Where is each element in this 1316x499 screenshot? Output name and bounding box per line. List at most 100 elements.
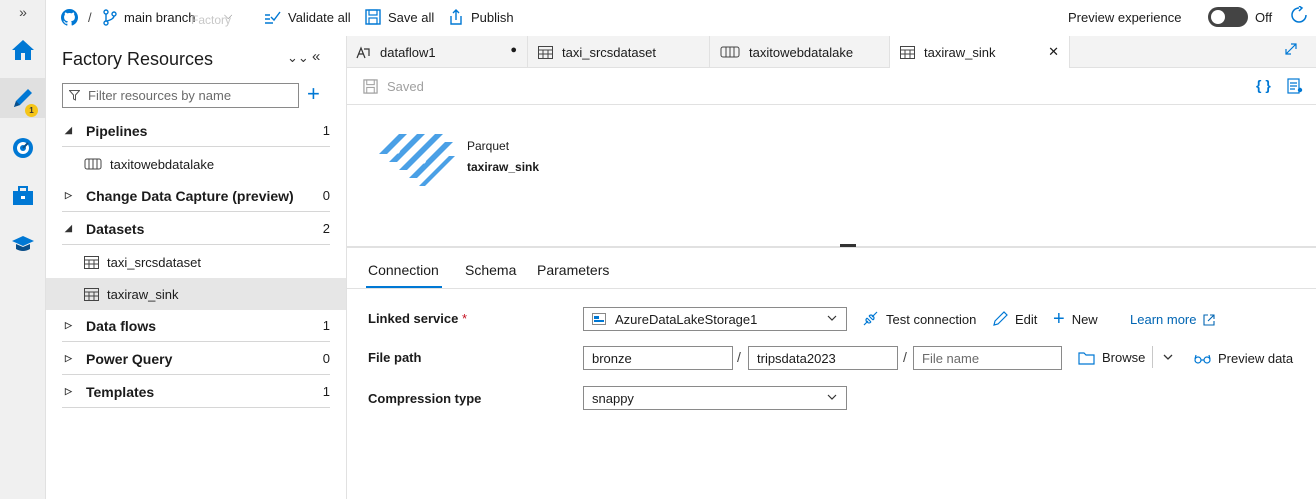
resource-filter[interactable] (62, 83, 299, 108)
table-icon (538, 45, 553, 59)
validate-check-icon (265, 11, 281, 24)
properties-panel: Connection Schema Parameters Linked serv… (347, 248, 1316, 499)
section-templates[interactable]: ▷ Templates 1 (62, 376, 330, 408)
chevron-down-icon[interactable]: ⌵ (224, 10, 232, 23)
publish-button[interactable]: Publish (448, 9, 514, 25)
chevron-down-icon (826, 312, 838, 327)
table-icon (84, 255, 99, 269)
preview-experience-label: Preview experience (1068, 10, 1182, 25)
section-count: 1 (322, 318, 330, 333)
test-connection-button[interactable]: Test connection (862, 311, 976, 327)
section-count: 1 (322, 123, 330, 138)
home-icon[interactable] (0, 30, 46, 70)
tabs-baseline (347, 288, 1316, 289)
author-pencil-icon[interactable]: 1 (0, 78, 46, 118)
edit-pencil-icon (993, 311, 1008, 326)
plus-icon: + (1053, 308, 1065, 330)
collapsed-triangle-icon: ▷ (65, 353, 72, 363)
save-icon (363, 79, 378, 94)
collapse-panel-icon[interactable]: « (312, 48, 320, 65)
save-icon (365, 9, 381, 25)
plug-icon (863, 311, 878, 326)
dataset-item-label: taxi_srcsdataset (107, 254, 201, 270)
branch-name: main branch (124, 10, 196, 25)
learn-more-link[interactable]: Learn more (1130, 312, 1216, 327)
browse-button[interactable]: Browse (1078, 350, 1145, 365)
expanded-triangle-icon: ◢ (65, 223, 72, 233)
learning-cap-icon[interactable] (0, 224, 46, 264)
browse-label: Browse (1102, 350, 1146, 365)
save-all-button[interactable]: Save all (365, 9, 434, 25)
section-data-flows[interactable]: ▷ Data flows 1 (62, 310, 330, 342)
external-link-icon (1203, 313, 1216, 326)
section-count: 0 (322, 188, 330, 203)
tab-parameters[interactable]: Parameters (537, 262, 609, 278)
monitor-gauge-icon[interactable] (0, 128, 46, 168)
code-braces-icon[interactable]: { } (1256, 77, 1271, 93)
section-pipelines[interactable]: ◢ Pipelines 1 (62, 115, 330, 147)
compression-type-value: snappy (592, 390, 634, 406)
close-tab-icon[interactable]: ✕ (1048, 44, 1059, 60)
add-resource-icon[interactable]: + (307, 83, 320, 105)
saved-button[interactable]: Saved (363, 79, 424, 94)
section-power-query[interactable]: ▷ Power Query 0 (62, 343, 330, 375)
table-icon (84, 287, 99, 301)
collapsed-triangle-icon: ▷ (65, 320, 72, 330)
required-marker: * (461, 311, 468, 326)
tab-label: taxi_srcsdataset (562, 44, 656, 60)
section-count: 1 (322, 384, 330, 399)
section-label: Templates (86, 383, 155, 400)
pipeline-item-label: taxitowebdatalake (110, 156, 215, 172)
editor-tabs: dataflow1 ● taxi_srcsdataset taxitowebda… (347, 36, 1316, 68)
expand-rail-icon[interactable]: » (0, 4, 46, 20)
dataset-command-bar: Saved { } (347, 68, 1316, 105)
browse-dropdown-chevron-icon[interactable] (1162, 351, 1174, 366)
directory-input[interactable] (748, 346, 898, 370)
compression-type-dropdown[interactable]: snappy (583, 386, 847, 410)
save-all-label: Save all (388, 9, 435, 25)
path-separator: / (737, 349, 741, 365)
unsaved-dot-icon: ● (510, 44, 517, 56)
section-label: Change Data Capture (preview) (86, 187, 294, 204)
section-datasets[interactable]: ◢ Datasets 2 (62, 213, 330, 245)
preview-data-button[interactable]: Preview data (1194, 351, 1293, 366)
new-linked-service-button[interactable]: + New (1053, 308, 1098, 330)
folder-icon (1078, 351, 1095, 365)
container-input[interactable] (583, 346, 733, 370)
collapse-all-icon[interactable]: ⌄⌄ (287, 50, 309, 66)
dataset-item-taxi-srcsdataset[interactable]: taxi_srcsdataset (46, 246, 346, 278)
tab-taxi-srcsdataset[interactable]: taxi_srcsdataset (528, 36, 710, 68)
linked-service-dropdown[interactable]: AzureDataLakeStorage1 (583, 307, 847, 331)
tab-taxiraw-sink[interactable]: taxiraw_sink ✕ (890, 36, 1070, 68)
github-repo[interactable] (61, 9, 78, 26)
maximize-icon[interactable] (1285, 43, 1297, 58)
edit-button[interactable]: Edit (992, 311, 1037, 327)
pipeline-icon (720, 46, 740, 58)
tab-dataflow1[interactable]: dataflow1 ● (347, 36, 528, 68)
section-count: 0 (322, 351, 330, 366)
properties-icon[interactable] (1287, 78, 1303, 97)
dataflow-icon (356, 46, 370, 59)
linked-service-label: Linked service * (368, 311, 467, 326)
factory-resources-panel: Factory Resources ⌄⌄ « + ◢ Pipelines 1 t… (46, 36, 347, 499)
parquet-icon (377, 124, 457, 191)
test-connection-label: Test connection (886, 311, 977, 327)
file-name-input[interactable] (913, 346, 1062, 370)
pipeline-item-taxitowebdatalake[interactable]: taxitowebdatalake (46, 148, 346, 180)
branch-selector[interactable]: main branch (102, 9, 196, 26)
filter-input[interactable] (88, 88, 288, 103)
tab-schema[interactable]: Schema (465, 262, 516, 278)
tab-taxitowebdatalake[interactable]: taxitowebdatalake (710, 36, 890, 68)
refresh-icon[interactable] (1290, 5, 1308, 27)
manage-toolbox-icon[interactable] (0, 176, 46, 216)
section-label: Datasets (86, 220, 145, 237)
resize-grip[interactable] (840, 244, 856, 247)
tab-label: dataflow1 (380, 44, 436, 60)
validate-all-button[interactable]: Validate all (264, 9, 351, 25)
dataset-item-taxiraw-sink[interactable]: taxiraw_sink (46, 278, 346, 310)
compression-type-label: Compression type (368, 391, 482, 406)
section-change-data-capture[interactable]: ▷ Change Data Capture (preview) 0 (62, 180, 330, 212)
preview-experience-toggle[interactable] (1208, 7, 1248, 27)
filter-icon (69, 90, 80, 101)
tab-connection[interactable]: Connection (368, 262, 439, 278)
